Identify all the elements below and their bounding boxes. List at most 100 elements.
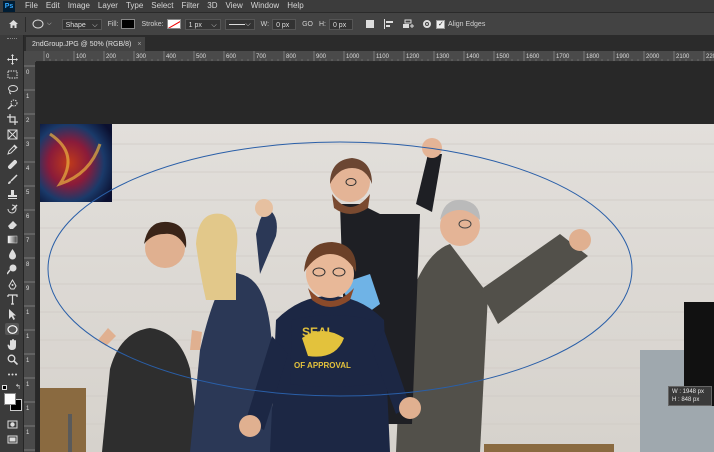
foreground-color-swatch[interactable]: [4, 393, 16, 405]
healing-brush-tool[interactable]: [5, 158, 19, 170]
edit-toolbar-button[interactable]: [5, 368, 19, 380]
pen-icon: [7, 278, 17, 289]
blur-tool[interactable]: [5, 248, 19, 260]
move-icon: [6, 53, 18, 65]
gear-icon[interactable]: [422, 19, 432, 29]
chevron-down-icon: ⌵: [211, 21, 217, 29]
stroke-size-value: 1 px: [188, 21, 202, 29]
stamp-icon: [7, 189, 17, 199]
crop-tool[interactable]: [5, 113, 19, 125]
ruler-label: 2: [26, 118, 30, 124]
menu-view[interactable]: View: [222, 0, 247, 12]
close-icon[interactable]: ×: [137, 41, 141, 48]
zoom-tool[interactable]: [5, 353, 19, 365]
document-canvas[interactable]: SEAL OF APPROVAL: [36, 62, 714, 452]
marquee-tool[interactable]: [5, 68, 19, 80]
stroke-type-select[interactable]: ⌵: [224, 18, 255, 30]
hand-tool[interactable]: [5, 338, 19, 350]
eyedropper-icon: [6, 143, 18, 155]
ruler-label: 100: [76, 54, 87, 60]
ruler-label: 4: [26, 166, 30, 172]
menu-help[interactable]: Help: [283, 0, 307, 12]
document-tab[interactable]: 2ndGroup.JPG @ 50% (RGB/8) ×: [26, 37, 146, 51]
menu-file[interactable]: File: [21, 0, 42, 12]
horizontal-ruler[interactable]: 0 100 200 300 400 500 600 700 800 900 1000 1100 1200…: [36, 51, 714, 62]
pointer-arrow-icon: [8, 308, 16, 320]
ruler-label: 1: [26, 382, 30, 388]
clone-stamp-tool[interactable]: [5, 188, 19, 200]
dodge-icon: [6, 264, 16, 274]
align-edges-checkbox[interactable]: ✓: [435, 19, 445, 29]
ruler-label: 1: [26, 94, 30, 100]
quick-mask-button[interactable]: [5, 418, 19, 430]
menu-bar: Ps File Edit Image Layer Type Select Fil…: [0, 0, 714, 12]
gradient-icon: [7, 235, 17, 243]
frame-tool[interactable]: [5, 128, 19, 140]
ruler-label: 2200: [706, 54, 714, 60]
home-button[interactable]: [8, 19, 19, 29]
hand-icon: [7, 338, 16, 350]
width-field[interactable]: 0 px: [272, 18, 297, 30]
bandage-icon: [7, 159, 17, 169]
menu-layer[interactable]: Layer: [94, 0, 122, 12]
pen-tool[interactable]: [5, 278, 19, 290]
home-icon: [9, 20, 18, 28]
quick-selection-icon: [6, 99, 17, 110]
ellipse-tool[interactable]: [5, 323, 19, 335]
swap-colors-button[interactable]: ↰: [15, 384, 21, 391]
history-brush-tool[interactable]: [5, 203, 19, 215]
ruler-label: 1: [26, 358, 30, 364]
stroke-swatch[interactable]: [166, 19, 181, 29]
path-selection-tool[interactable]: [5, 308, 19, 320]
ruler-label: 1200: [406, 54, 420, 60]
divider: [25, 16, 26, 32]
fill-swatch[interactable]: [121, 19, 136, 29]
ruler-label: 400: [166, 54, 177, 60]
eyedropper-tool[interactable]: [5, 143, 19, 155]
path-arrangement-icon[interactable]: [402, 19, 414, 29]
ruler-label: 1: [26, 406, 30, 412]
type-tool[interactable]: [5, 293, 19, 305]
ruler-origin[interactable]: [24, 51, 36, 62]
group-photo: SEAL OF APPROVAL: [40, 124, 714, 452]
ruler-label: 900: [316, 54, 327, 60]
menu-select[interactable]: Select: [147, 0, 177, 12]
eraser-icon: [7, 220, 17, 229]
quick-selection-tool[interactable]: [5, 98, 19, 110]
default-colors-button[interactable]: [2, 385, 8, 391]
screen-mode-button[interactable]: [5, 433, 19, 445]
document-tab-bar: 2ndGroup.JPG @ 50% (RGB/8) ×: [24, 35, 714, 51]
gradient-tool[interactable]: [5, 233, 19, 245]
mode-select[interactable]: Shape ⌵: [61, 18, 102, 30]
menu-window[interactable]: Window: [247, 0, 283, 12]
menu-type[interactable]: Type: [122, 0, 147, 12]
dodge-tool[interactable]: [5, 263, 19, 275]
link-dimensions-button[interactable]: GO: [302, 21, 313, 28]
eraser-tool[interactable]: [5, 218, 19, 230]
ruler-label: 500: [196, 54, 207, 60]
menu-edit[interactable]: Edit: [42, 0, 64, 12]
move-tool[interactable]: [5, 53, 19, 65]
path-alignment-icon[interactable]: [383, 19, 394, 29]
width-label: W:: [260, 20, 270, 28]
path-operations-icon[interactable]: [365, 19, 375, 29]
tool-preset-picker[interactable]: ⌵: [32, 19, 52, 29]
history-brush-icon: [7, 203, 18, 213]
stroke-slash-icon: [167, 20, 180, 28]
brush-tool[interactable]: [5, 173, 19, 185]
ruler-label: 1600: [526, 54, 540, 60]
menu-image[interactable]: Image: [64, 0, 94, 12]
ruler-label: 1900: [616, 54, 630, 60]
ruler-ticks: 0 100 200 300 400 500 600 700 800 900 1000 1100 1200…: [43, 51, 714, 61]
menu-3d[interactable]: 3D: [203, 0, 221, 12]
height-label: H:: [318, 20, 326, 28]
chevron-down-icon: ⌵: [47, 20, 52, 27]
lasso-tool[interactable]: [5, 83, 19, 95]
vertical-ruler[interactable]: 01234567891111111: [24, 62, 36, 452]
ruler-label: 700: [256, 54, 267, 60]
ruler-label: 2100: [676, 54, 690, 60]
ruler-label: 8: [26, 262, 30, 268]
menu-filter[interactable]: Filter: [178, 0, 204, 12]
height-field[interactable]: 0 px: [328, 18, 353, 30]
stroke-size-field[interactable]: 1 px ⌵: [184, 18, 221, 30]
